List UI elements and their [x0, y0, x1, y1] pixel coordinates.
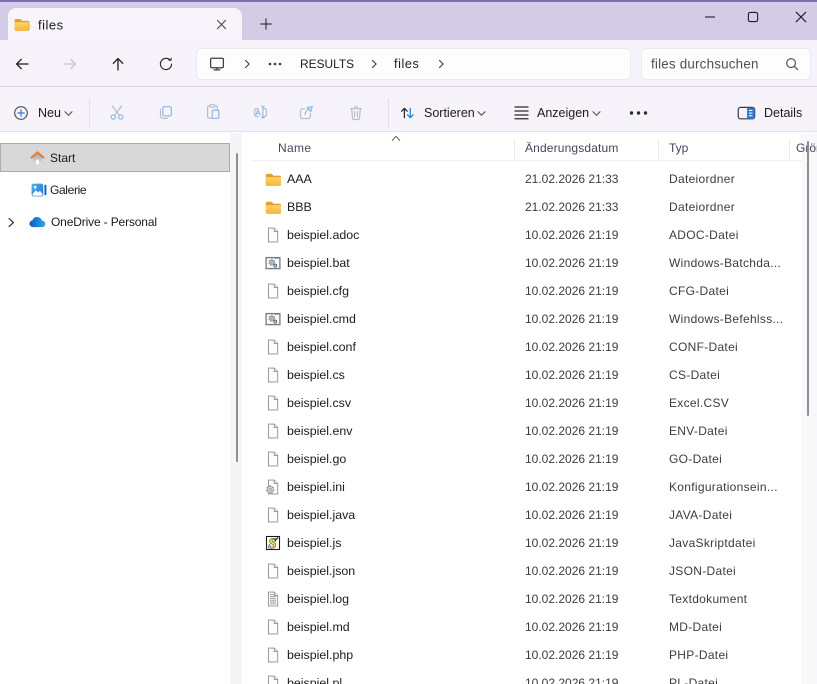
- svg-text:S: S: [269, 536, 277, 551]
